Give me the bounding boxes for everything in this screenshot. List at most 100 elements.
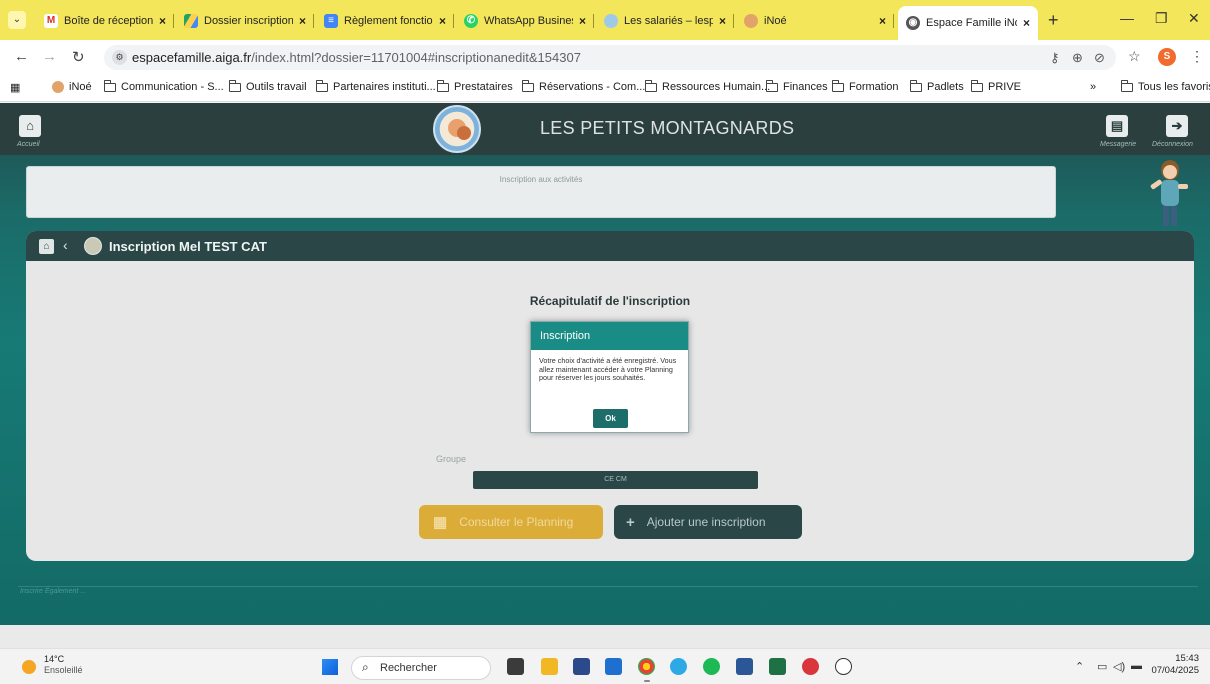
ok-button[interactable]: Ok — [593, 409, 628, 428]
bookmarks-overflow[interactable]: » — [1090, 81, 1096, 93]
tray-chevron-icon[interactable]: ⌃ — [1075, 660, 1084, 673]
close-icon[interactable]: × — [1023, 16, 1030, 30]
bookmark-folder[interactable]: Formation — [831, 79, 899, 93]
zoom-icon[interactable]: ⊕ — [1072, 50, 1083, 66]
whatsapp-icon: ✆ — [464, 14, 478, 28]
calculator-icon[interactable] — [605, 658, 622, 675]
menu-kebab-icon[interactable]: ⋮ — [1190, 48, 1204, 65]
system-clock[interactable]: 15:43 07/04/2025 — [1149, 653, 1199, 677]
close-icon[interactable]: × — [299, 14, 306, 28]
tab-whatsapp[interactable]: ✆ WhatsApp Business × — [456, 8, 594, 34]
messagerie-icon[interactable]: ▤ — [1106, 115, 1128, 137]
bookmark-label: Outils travail — [246, 81, 307, 93]
windows-start-icon[interactable] — [322, 659, 338, 675]
file-explorer-icon[interactable] — [541, 658, 558, 675]
notice-text: Inscription aux activités — [499, 175, 583, 184]
bookmark-label: Réservations - Com... — [539, 81, 646, 93]
excel-icon[interactable] — [769, 658, 786, 675]
messagerie-caption: Messagerie — [1100, 141, 1137, 148]
bookmark-label: Tous les favoris — [1138, 81, 1210, 93]
home-icon[interactable]: ⌂ — [19, 115, 41, 137]
folder-icon — [909, 79, 922, 92]
window-close-icon[interactable]: ✕ — [1188, 10, 1200, 27]
bookmark-label: Prestataires — [454, 81, 513, 93]
tab-docs[interactable]: ≡ Règlement fonctionn × — [316, 8, 454, 34]
app-header: ⌂ Accueil LES PETITS MONTAGNARDS ▤ Messa… — [0, 103, 1210, 155]
close-icon[interactable]: × — [719, 14, 726, 28]
tab-gmail[interactable]: M Boîte de réception (2 × — [36, 8, 174, 34]
close-icon[interactable]: × — [879, 14, 886, 28]
minimize-icon[interactable]: — — [1120, 10, 1134, 26]
forward-icon[interactable]: → — [42, 48, 57, 65]
bookmark-star-icon[interactable]: ☆ — [1128, 48, 1141, 65]
apps-grid-icon[interactable]: ▦ — [10, 81, 20, 94]
folder-icon — [831, 79, 844, 92]
close-icon[interactable]: × — [159, 14, 166, 28]
network-icon[interactable]: ▭ — [1097, 660, 1107, 673]
tab-espace-famille[interactable]: ◉ Espace Famille iNoe × — [898, 6, 1038, 40]
app-title: LES PETITS MONTAGNARDS — [540, 118, 795, 138]
profile-avatar[interactable]: S — [1158, 48, 1176, 66]
modal-message: Votre choix d'activité a été enregistré.… — [539, 356, 677, 383]
bookmark-inoe[interactable]: iNoé — [52, 81, 92, 93]
spotify-icon[interactable] — [703, 658, 720, 675]
bookmark-folder[interactable]: Padlets — [909, 79, 964, 93]
close-icon[interactable]: × — [439, 14, 446, 28]
footer-text[interactable]: Inscrire Également ... — [20, 588, 86, 595]
bookmark-folder[interactable]: Prestataires — [436, 79, 513, 93]
tab-inoe[interactable]: iNoé × — [736, 8, 894, 34]
chrome-icon[interactable] — [638, 658, 655, 675]
all-bookmarks-folder[interactable]: Tous les favoris — [1120, 79, 1210, 93]
add-inscription-button[interactable]: + Ajouter une inscription — [614, 505, 802, 539]
restore-icon[interactable]: ❐ — [1155, 10, 1168, 27]
modal-title: Inscription — [540, 330, 591, 342]
bookmark-folder[interactable]: Finances — [765, 79, 828, 93]
bookmarks-bar: ▦ iNoé Communication - S... Outils trava… — [0, 74, 1210, 102]
volume-icon[interactable]: ◁) — [1113, 660, 1125, 673]
notice-box: Inscription aux activités — [26, 166, 1056, 218]
home-icon[interactable]: ⌂ — [39, 239, 54, 254]
task-view-icon[interactable] — [507, 658, 524, 675]
battery-icon[interactable]: ▬ — [1131, 660, 1142, 672]
bookmark-folder[interactable]: Communication - S... — [103, 79, 224, 93]
weather-widget[interactable]: 14°C Ensoleillé — [44, 654, 83, 676]
inscription-modal: Inscription Votre choix d'activité a été… — [530, 321, 689, 433]
canva-icon[interactable] — [670, 658, 687, 675]
new-tab-button[interactable]: + — [1048, 10, 1059, 31]
word-icon[interactable] — [736, 658, 753, 675]
tab-salaries[interactable]: Les salariés – lespetit × — [596, 8, 734, 34]
address-bar[interactable]: ⚙ espacefamille.aiga.fr/index.html?dossi… — [104, 45, 1116, 70]
planning-button-label: Consulter le Planning — [459, 515, 574, 529]
clock-date: 07/04/2025 — [1151, 665, 1199, 676]
bookmark-folder[interactable]: PRIVE — [970, 79, 1021, 93]
sun-icon[interactable] — [22, 660, 36, 674]
antivirus-icon[interactable] — [802, 658, 819, 675]
inoe-icon — [744, 14, 758, 28]
url-host: espacefamille.aiga.fr — [132, 50, 252, 65]
site-info-icon[interactable]: ⚙ — [112, 50, 127, 65]
chatgpt-icon[interactable] — [835, 658, 852, 675]
url-text[interactable]: espacefamille.aiga.fr/index.html?dossier… — [132, 50, 581, 65]
store-icon[interactable] — [573, 658, 590, 675]
group-select[interactable]: CE CM — [473, 471, 758, 489]
tracking-eye-icon[interactable]: ⊘ — [1094, 50, 1105, 66]
consult-planning-button[interactable]: ▦ Consulter le Planning — [419, 505, 603, 539]
group-label: Groupe — [436, 454, 467, 464]
bookmark-folder[interactable]: Réservations - Com... — [521, 79, 646, 93]
bookmark-folder[interactable]: Ressources Humain... — [644, 79, 770, 93]
windows-taskbar: 14°C Ensoleillé ⌕ Rechercher ⌃ ▭ ◁) ▬ 15… — [0, 648, 1210, 684]
tab-search-icon[interactable]: ⌄ — [8, 11, 26, 29]
folder-icon — [436, 79, 449, 92]
bookmark-folder[interactable]: Outils travail — [228, 79, 307, 93]
back-icon[interactable]: ← — [14, 48, 29, 65]
close-icon[interactable]: × — [579, 14, 586, 28]
chevron-left-icon[interactable]: ‹ — [63, 237, 68, 253]
taskbar-search[interactable]: ⌕ Rechercher — [351, 656, 491, 680]
folder-icon — [228, 79, 241, 92]
app-logo — [433, 105, 481, 153]
logout-icon[interactable]: ➔ — [1166, 115, 1188, 137]
password-key-icon[interactable]: ⚷ — [1050, 50, 1060, 66]
bookmark-folder[interactable]: Partenaires instituti... — [315, 79, 436, 93]
tab-drive[interactable]: Dossier inscription 20 × — [176, 8, 314, 34]
reload-icon[interactable]: ↻ — [72, 48, 85, 66]
